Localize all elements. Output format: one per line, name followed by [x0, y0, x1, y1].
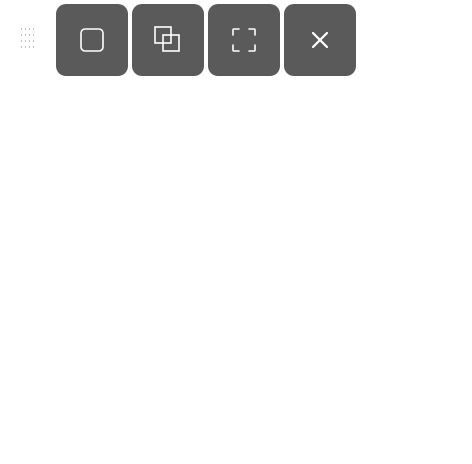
fullscreen-icon: [232, 28, 256, 52]
drag-handle-icon: [21, 28, 34, 48]
restore-icon: [154, 26, 180, 52]
close-button[interactable]: [284, 4, 356, 76]
drag-handle[interactable]: [20, 28, 36, 48]
fullscreen-mode-button[interactable]: [208, 4, 280, 76]
window-icon: [80, 28, 104, 52]
restore-mode-button[interactable]: [132, 4, 204, 76]
close-icon: [311, 31, 329, 49]
window-mode-button[interactable]: [56, 4, 128, 76]
